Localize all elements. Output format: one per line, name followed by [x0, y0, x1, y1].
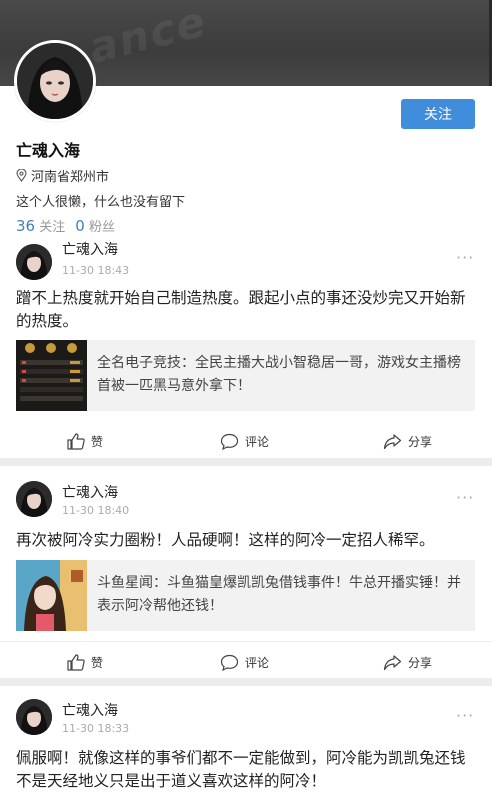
post-timestamp: 11-30 18:40	[62, 504, 130, 517]
post-author-avatar[interactable]	[16, 481, 52, 517]
post-timestamp: 11-30 18:33	[62, 722, 130, 735]
profile-bio: 这个人很懒，什么也没有留下	[16, 195, 186, 210]
more-options-icon[interactable]: ···	[456, 248, 474, 267]
article-title: 斗鱼星闻：斗鱼猫皇爆凯凯兔借钱事件！牛总开播实锤！并表示阿冷帮他还钱！	[97, 575, 461, 614]
thumbs-up-icon	[67, 653, 85, 671]
profile-header: 关注 亡魂入海 河南省郑州市 这个人很懒，什么也没有留下 36 关注 0 粉丝	[0, 40, 492, 246]
post-card: 亡魂入海 11-30 18:33 ··· 佩服啊！就像这样的事爷们都不一定能做到…	[0, 686, 492, 804]
share-button[interactable]: 分享	[383, 642, 432, 682]
share-button[interactable]: 分享	[383, 421, 432, 461]
leaderboard-thumbnail-icon	[16, 340, 87, 411]
streamer-thumbnail-icon	[16, 560, 87, 631]
share-label: 分享	[408, 434, 433, 449]
avatar-portrait-icon	[16, 481, 52, 517]
post-author-name[interactable]: 亡魂入海	[62, 700, 118, 720]
share-arrow-icon	[383, 654, 402, 670]
profile-avatar[interactable]	[14, 40, 96, 122]
followers-label: 粉丝	[88, 220, 115, 235]
post-text: 蹭不上热度就开始自己制造热度。跟起小点的事还没炒完又开始新的热度。	[16, 289, 466, 330]
post-action-bar: 赞 评论 分享	[0, 641, 492, 681]
cover-watermark: ance	[83, 0, 212, 73]
comment-label: 评论	[245, 434, 270, 449]
profile-name: 亡魂入海	[16, 141, 81, 160]
location-text: 河南省郑州市	[31, 170, 110, 185]
followers-stat[interactable]: 0 粉丝	[75, 216, 115, 235]
post-timestamp: 11-30 18:43	[62, 264, 130, 277]
profile-location: 河南省郑州市	[16, 166, 109, 185]
post-author-name[interactable]: 亡魂入海	[62, 482, 118, 502]
shared-article-card[interactable]: 斗鱼星闻：斗鱼猫皇爆凯凯兔借钱事件！牛总开播实锤！并表示阿冷帮他还钱！	[16, 560, 475, 631]
article-title: 全名电子竞技：全民主播大战小智稳居一哥，游戏女主播榜首被一匹黑马意外拿下！	[97, 355, 461, 394]
post-author-avatar[interactable]	[16, 244, 52, 280]
post-text: 再次被阿冷实力圈粉！人品硬啊！这样的阿冷一定招人稀罕。	[16, 531, 435, 549]
article-thumbnail	[16, 340, 87, 411]
comment-bubble-icon	[220, 654, 239, 671]
post-text: 佩服啊！就像这样的事爷们都不一定能做到，阿冷能为凯凯兔还钱不是天经地义只是出于道…	[16, 749, 466, 790]
comment-bubble-icon	[220, 433, 239, 450]
post-card: 亡魂入海 11-30 18:40 ··· 再次被阿冷实力圈粉！人品硬啊！这样的阿…	[0, 466, 492, 678]
share-arrow-icon	[383, 433, 402, 449]
comment-button[interactable]: 评论	[220, 421, 269, 461]
post-action-bar: 赞 评论 分享	[0, 421, 492, 461]
following-count: 36	[16, 217, 36, 235]
profile-stats: 36 关注 0 粉丝	[16, 216, 115, 235]
comment-button[interactable]: 评论	[220, 642, 269, 682]
shared-article-card[interactable]: 全名电子竞技：全民主播大战小智稳居一哥，游戏女主播榜首被一匹黑马意外拿下！	[16, 340, 475, 411]
article-thumbnail	[16, 560, 87, 631]
post-author-avatar[interactable]	[16, 699, 52, 735]
more-options-icon[interactable]: ···	[456, 706, 474, 725]
avatar-portrait-icon	[16, 699, 52, 735]
post-card: 亡魂入海 11-30 18:43 ··· 蹭不上热度就开始自己制造热度。跟起小点…	[0, 242, 492, 461]
share-label: 分享	[408, 655, 433, 670]
like-label: 赞	[91, 655, 104, 670]
thumbs-up-icon	[67, 432, 85, 450]
more-options-icon[interactable]: ···	[456, 488, 474, 507]
like-button[interactable]: 赞	[67, 421, 103, 461]
like-label: 赞	[91, 434, 104, 449]
comment-label: 评论	[245, 655, 270, 670]
followers-count: 0	[75, 217, 85, 235]
like-button[interactable]: 赞	[67, 642, 103, 682]
avatar-portrait-icon	[16, 244, 52, 280]
following-label: 关注	[39, 220, 66, 235]
post-author-name[interactable]: 亡魂入海	[62, 239, 118, 259]
follow-button[interactable]: 关注	[401, 99, 475, 129]
following-stat[interactable]: 36 关注	[16, 216, 65, 235]
avatar-portrait-icon	[17, 43, 93, 119]
location-pin-icon	[16, 169, 27, 182]
